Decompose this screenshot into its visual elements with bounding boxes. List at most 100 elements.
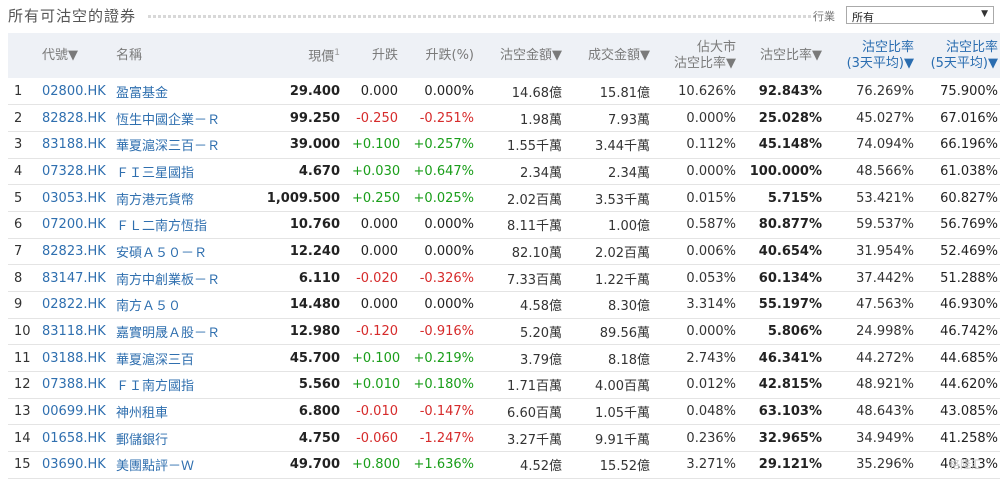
ratio-5day-cell: 75.900% [920,78,1000,105]
stock-code-link[interactable]: 03053.HK [36,185,110,212]
stock-name-link[interactable]: 郵儲銀行 [110,425,260,452]
stock-code-link[interactable]: 07200.HK [36,211,110,238]
short-ratio-cell: 80.877% [742,211,828,238]
col-header-price[interactable]: 現價1 [260,33,346,78]
stock-name-link[interactable]: 南方港元貨幣 [110,185,260,212]
stock-code-link[interactable]: 83118.HK [36,318,110,345]
change-pct-cell: -0.251% [404,105,480,132]
price-cell: 39.000 [260,131,346,158]
change-pct-cell: 0.000% [404,292,480,319]
ratio-5day-cell: 67.016% [920,105,1000,132]
table-row[interactable]: 407328.HKＦＩ三星國指4.670+0.030+0.647%2.34萬2.… [8,158,1000,185]
stock-code-link[interactable]: 82823.HK [36,238,110,265]
short-amount-cell: 8.11千萬 [480,211,568,238]
row-index: 15 [8,452,36,479]
stock-code-link[interactable]: 07328.HK [36,158,110,185]
ratio-3day-cell: 48.643% [828,398,920,425]
col-header-market-short-ratio[interactable]: 佔大市沽空比率▼ [656,33,742,78]
stock-code-link[interactable]: 03188.HK [36,345,110,372]
stock-code-link[interactable]: 00699.HK [36,398,110,425]
stock-name-link[interactable]: ＦＬ二南方恆指 [110,211,260,238]
col-header-short-ratio[interactable]: 沽空比率▼ [742,33,828,78]
stock-code-link[interactable]: 01658.HK [36,425,110,452]
stock-name-link[interactable]: 美團點評－Ｗ [110,452,260,479]
stock-name-link[interactable]: 嘉實明晟Ａ股－Ｒ [110,318,260,345]
industry-filter-select[interactable]: 所有 ▼ [846,6,994,24]
stock-code-link[interactable]: 07388.HK [36,372,110,399]
table-row[interactable]: 883147.HK南方中創業板－Ｒ6.110-0.020-0.326%7.33百… [8,265,1000,292]
col-header-code[interactable]: 代號▼ [36,33,110,78]
col-header-turnover[interactable]: 成交金額▼ [568,33,656,78]
stock-code-link[interactable]: 83188.HK [36,131,110,158]
col-header-ratio-5day[interactable]: 沽空比率(5天平均)▼ [920,33,1000,78]
table-row[interactable]: 282828.HK恆生中國企業－Ｒ99.250-0.250-0.251%1.98… [8,105,1000,132]
ratio-3day-cell: 35.296% [828,452,920,479]
table-row[interactable]: 1083118.HK嘉實明晟Ａ股－Ｒ12.980-0.120-0.916%5.2… [8,318,1000,345]
stock-name-link[interactable]: 恆生中國企業－Ｒ [110,105,260,132]
stock-name-link[interactable]: 盈富基金 [110,78,260,105]
short-amount-cell: 4.58億 [480,292,568,319]
stock-code-link[interactable]: 03690.HK [36,452,110,479]
ratio-5day-cell: 56.769% [920,211,1000,238]
turnover-cell: 15.81億 [568,78,656,105]
table-row[interactable]: 902822.HK南方Ａ５０14.4800.0000.000%4.58億8.30… [8,292,1000,319]
stock-code-link[interactable]: 02822.HK [36,292,110,319]
col-header-name[interactable]: 名稱 [110,33,260,78]
col-header-change-pct[interactable]: 升跌(%) [404,33,480,78]
ratio-5day-cell: 44.685% [920,345,1000,372]
col-header-short-amount[interactable]: 沽空金額▼ [480,33,568,78]
stock-name-link[interactable]: ＦＩ南方國指 [110,372,260,399]
stock-name-link[interactable]: 神州租車 [110,398,260,425]
table-row[interactable]: 1401658.HK郵儲銀行4.750-0.060-1.247%3.27千萬9.… [8,425,1000,452]
stock-name-link[interactable]: 華夏滬深三百 [110,345,260,372]
market-short-ratio-cell: 0.000% [656,318,742,345]
stock-name-link[interactable]: ＦＩ三星國指 [110,158,260,185]
change-cell: +0.100 [346,131,404,158]
table-row[interactable]: 383188.HK華夏滬深三百－Ｒ39.000+0.100+0.257%1.55… [8,131,1000,158]
market-short-ratio-cell: 0.000% [656,105,742,132]
table-row[interactable]: 607200.HKＦＬ二南方恆指10.7600.0000.000%8.11千萬1… [8,211,1000,238]
table-row[interactable]: 1503690.HK美團點評－Ｗ49.700+0.800+1.636%4.52億… [8,452,1000,479]
col-header-change[interactable]: 升跌 [346,33,404,78]
short-selling-table: 代號▼ 名稱 現價1 升跌 升跌(%) 沽空金額▼ 成交金額▼ 佔大市沽空比率▼… [8,33,1000,479]
short-ratio-cell: 42.815% [742,372,828,399]
market-short-ratio-cell: 0.048% [656,398,742,425]
stock-name-link[interactable]: 南方中創業板－Ｒ [110,265,260,292]
turnover-cell: 2.02百萬 [568,238,656,265]
table-row[interactable]: 782823.HK安碩Ａ５０－Ｒ12.2400.0000.000%82.10萬2… [8,238,1000,265]
ratio-5day-cell: 41.258% [920,425,1000,452]
table-row[interactable]: 1207388.HKＦＩ南方國指5.560+0.010+0.180%1.71百萬… [8,372,1000,399]
turnover-cell: 1.05千萬 [568,398,656,425]
turnover-cell: 89.56萬 [568,318,656,345]
turnover-cell: 3.53千萬 [568,185,656,212]
change-pct-cell: 0.000% [404,78,480,105]
turnover-cell: 2.34萬 [568,158,656,185]
short-ratio-cell: 45.148% [742,131,828,158]
table-row[interactable]: 102800.HK盈富基金29.4000.0000.000%14.68億15.8… [8,78,1000,105]
stock-code-link[interactable]: 02800.HK [36,78,110,105]
short-amount-cell: 3.27千萬 [480,425,568,452]
stock-name-link[interactable]: 華夏滬深三百－Ｒ [110,131,260,158]
change-cell: +0.800 [346,452,404,479]
short-ratio-cell: 40.654% [742,238,828,265]
stock-code-link[interactable]: 83147.HK [36,265,110,292]
price-cell: 6.110 [260,265,346,292]
change-pct-cell: +0.219% [404,345,480,372]
ratio-3day-cell: 48.566% [828,158,920,185]
stock-code-link[interactable]: 82828.HK [36,105,110,132]
market-short-ratio-cell: 0.112% [656,131,742,158]
ratio-3day-cell: 44.272% [828,345,920,372]
ratio-3day-cell: 37.442% [828,265,920,292]
change-cell: -0.020 [346,265,404,292]
col-header-ratio-3day[interactable]: 沽空比率(3天平均)▼ [828,33,920,78]
table-row[interactable]: 503053.HK南方港元貨幣1,009.500+0.250+0.025%2.0… [8,185,1000,212]
stock-name-link[interactable]: 南方Ａ５０ [110,292,260,319]
change-pct-cell: -0.326% [404,265,480,292]
short-amount-cell: 2.02百萬 [480,185,568,212]
table-row[interactable]: 1300699.HK神州租車6.800-0.010-0.147%6.60百萬1.… [8,398,1000,425]
price-cell: 6.800 [260,398,346,425]
short-ratio-cell: 92.843% [742,78,828,105]
table-row[interactable]: 1103188.HK華夏滬深三百45.700+0.100+0.219%3.79億… [8,345,1000,372]
price-cell: 4.750 [260,425,346,452]
stock-name-link[interactable]: 安碩Ａ５０－Ｒ [110,238,260,265]
